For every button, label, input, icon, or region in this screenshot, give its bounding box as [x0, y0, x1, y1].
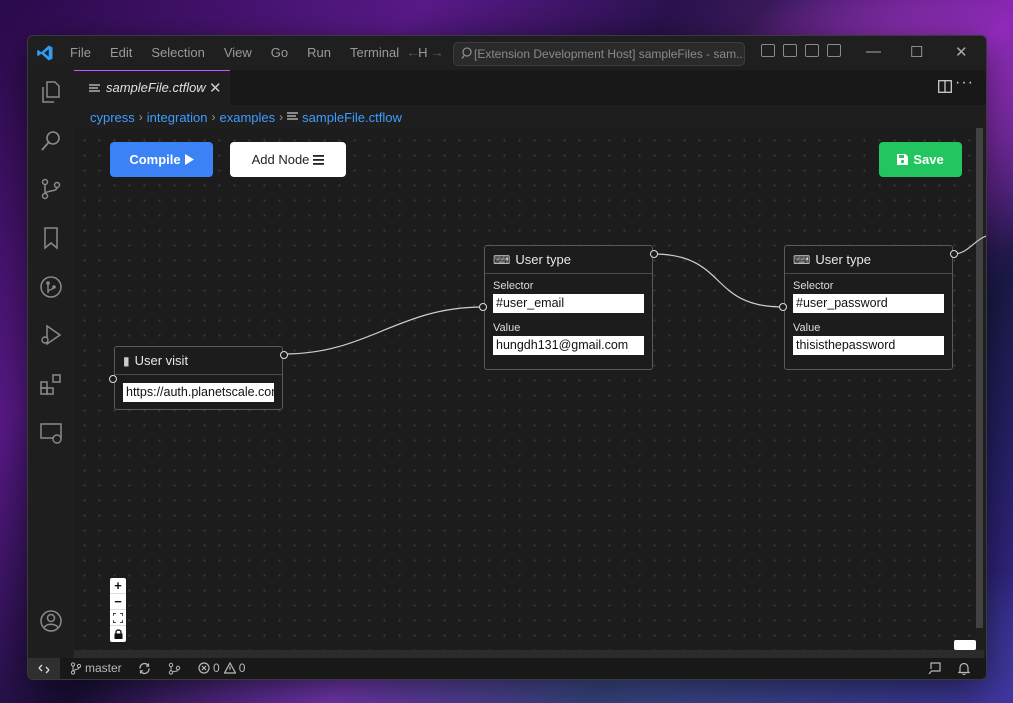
input-handle[interactable]: [479, 303, 487, 311]
save-button[interactable]: Save: [879, 142, 962, 177]
fit-view-button[interactable]: [110, 610, 126, 626]
play-icon: [184, 154, 194, 165]
value-input[interactable]: thisisthepassword: [793, 336, 944, 355]
fit-view-icon: [113, 612, 123, 623]
sync-icon[interactable]: [138, 662, 151, 675]
git-branch-icon: [70, 661, 81, 675]
remote-icon: [38, 664, 50, 673]
floppy-disk-icon: [897, 154, 909, 165]
output-handle[interactable]: [950, 250, 958, 258]
branch-indicator[interactable]: master: [70, 661, 122, 675]
zoom-in-button[interactable]: +: [110, 578, 126, 594]
zoom-controls: + −: [110, 578, 126, 642]
compile-label: Compile: [129, 152, 181, 167]
branch-name: master: [85, 661, 122, 675]
node-title: User type: [515, 252, 571, 267]
url-input[interactable]: https://auth.planetscale.com: [123, 383, 274, 402]
selector-label: Selector: [493, 280, 534, 292]
warning-icon: [223, 662, 236, 674]
add-node-button[interactable]: Add Node: [230, 142, 346, 177]
selector-input[interactable]: #user_email: [493, 294, 644, 313]
node-user-visit[interactable]: ▮ User visit https://auth.planetscale.co…: [114, 346, 283, 410]
bell-icon[interactable]: [958, 662, 970, 675]
input-handle[interactable]: [109, 375, 117, 383]
selector-label: Selector: [793, 280, 834, 292]
input-handle[interactable]: [779, 303, 787, 311]
door-icon: ▮: [123, 353, 130, 368]
git-graph-icon[interactable]: [168, 662, 181, 675]
value-label: Value: [793, 322, 821, 334]
feedback-icon[interactable]: [928, 662, 942, 675]
lock-icon: [114, 629, 122, 639]
lock-button[interactable]: [110, 626, 126, 642]
save-label: Save: [913, 152, 944, 167]
remote-indicator[interactable]: [28, 658, 60, 679]
selector-input[interactable]: #user_password: [793, 294, 944, 313]
node-user-type[interactable]: ⌨ User type Selector #user_email Value h…: [484, 245, 653, 370]
warning-count: 0: [238, 661, 246, 675]
problems-indicator[interactable]: 0 0: [198, 661, 245, 675]
error-icon: [198, 662, 210, 674]
value-input[interactable]: hungdh131@gmail.com: [493, 336, 644, 355]
edge-type1-to-type2: [652, 253, 784, 308]
output-handle[interactable]: [650, 250, 658, 258]
node-header: ▮ User visit: [115, 347, 282, 375]
value-label: Value: [493, 322, 521, 334]
zoom-out-button[interactable]: −: [110, 594, 126, 610]
edge-type2-out: [952, 235, 986, 255]
attribution-badge: [954, 640, 976, 650]
node-header: ⌨ User type: [785, 246, 952, 274]
menu-bars-icon: [313, 154, 325, 165]
node-title: User type: [815, 252, 871, 267]
keyboard-icon: ⌨: [793, 252, 811, 267]
status-bar: master 0 0: [28, 658, 986, 679]
error-count: 0: [213, 661, 220, 675]
edge-visit-to-type1: [283, 306, 484, 355]
add-node-label: Add Node: [251, 152, 310, 167]
output-handle[interactable]: [280, 351, 288, 359]
node-title: User visit: [134, 353, 189, 368]
node-header: ⌨ User type: [485, 246, 652, 274]
node-user-type[interactable]: ⌨ User type Selector #user_password Valu…: [784, 245, 953, 370]
keyboard-icon: ⌨: [493, 252, 511, 267]
compile-button[interactable]: Compile: [110, 142, 213, 177]
vscode-window: File Edit Selection View Go Run Terminal…: [27, 35, 987, 680]
